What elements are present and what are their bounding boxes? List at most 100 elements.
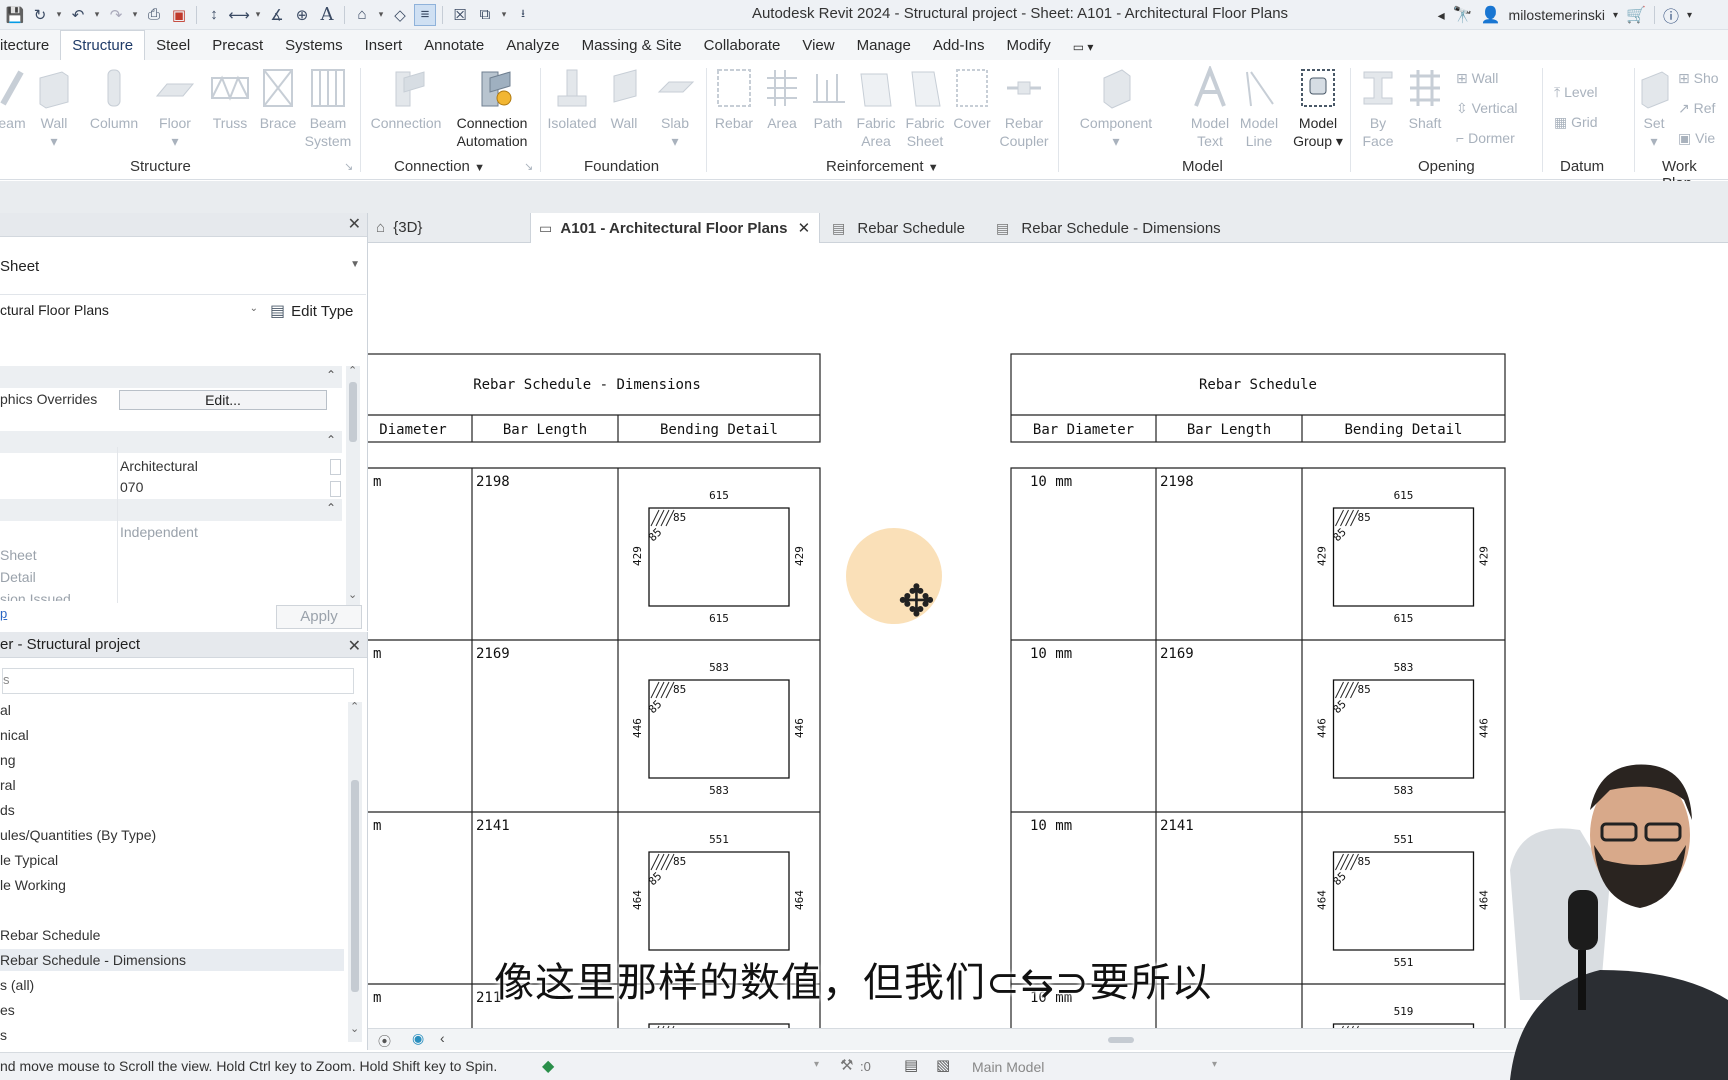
cart-icon[interactable]: 🛒 (1626, 5, 1646, 25)
ref-plane-tool[interactable]: ↗ Ref (1678, 100, 1715, 117)
panel-model[interactable]: Model (1182, 158, 1223, 175)
tab-manage[interactable]: Manage (846, 30, 922, 60)
browser-search-input[interactable]: s (2, 668, 354, 694)
help-icon[interactable]: ⓘ (1663, 3, 1679, 27)
tab-3d-view[interactable]: ⌂ {3D} (376, 213, 516, 243)
vertical-opening-tool[interactable]: ⇳ Vertical (1456, 100, 1518, 117)
checkbox[interactable] (330, 481, 341, 497)
rebar-tool[interactable]: Rebar (710, 66, 758, 132)
panel-structure[interactable]: Structure (130, 158, 191, 175)
by-face-tool[interactable]: By Face (1356, 66, 1400, 150)
level-tool[interactable]: ⤒ Level (1554, 84, 1598, 101)
close-icon[interactable]: ✕ (348, 214, 361, 234)
panel-foundation[interactable]: Foundation (584, 158, 659, 175)
chevron-down-icon[interactable]: ▾ (1613, 10, 1618, 21)
truss-tool[interactable]: Truss (208, 66, 252, 132)
panel-reinforcement[interactable]: Reinforcement ▼ (826, 158, 939, 175)
switch-windows-icon[interactable]: ⧉ (474, 4, 496, 26)
area-tool[interactable]: Area (760, 66, 804, 132)
wall-opening-tool[interactable]: ⊞ Wall (1456, 70, 1498, 87)
brace-tool[interactable]: Brace (258, 66, 298, 132)
browser-item-rebar-schedule[interactable]: Rebar Schedule (0, 927, 100, 943)
set-workplane-tool[interactable]: Set ▾ (1638, 66, 1670, 150)
tab-rebar-schedule[interactable]: ▤ Rebar Schedule (824, 213, 984, 243)
apply-button[interactable]: Apply (276, 605, 362, 629)
design-options-icon[interactable]: ▤ (904, 1056, 918, 1074)
dimension-icon[interactable]: ⟷ (228, 4, 250, 26)
scroll-down-icon[interactable]: ⌄ (348, 588, 357, 601)
chevron-down-icon[interactable]: ⌄ (250, 303, 258, 314)
chevron-down-icon[interactable]: ▾ (1687, 10, 1692, 21)
isolated-foundation-tool[interactable]: Isolated (544, 66, 600, 132)
chevron-down-icon[interactable]: ▾ (499, 4, 509, 26)
collapse-arrow-icon[interactable]: ◂ (1438, 7, 1445, 24)
show-workplane-tool[interactable]: ⊞ Sho (1678, 70, 1719, 87)
component-tool[interactable]: Component ▾ (1070, 66, 1162, 150)
browser-item[interactable]: le Typical (0, 852, 58, 868)
tab-systems[interactable]: Systems (274, 30, 354, 60)
tab-add-ins[interactable]: Add-Ins (922, 30, 996, 60)
connection-automation-tool[interactable]: Connection Automation (448, 66, 536, 150)
rebar-coupler-tool[interactable]: Rebar Coupler (996, 66, 1052, 150)
active-model[interactable]: Main Model (972, 1059, 1044, 1075)
model-text-tool[interactable]: Model Text (1184, 66, 1236, 150)
scroll-thumb[interactable] (351, 780, 359, 992)
tab-sheet-a101[interactable]: ▭ A101 - Architectural Floor Plans ✕ (530, 213, 820, 243)
print-icon[interactable]: ⎙ (143, 4, 165, 26)
scroll-down-icon[interactable]: ⌄ (350, 1022, 359, 1035)
tab-architecture[interactable]: itecture (0, 30, 60, 60)
slab-foundation-tool[interactable]: Slab ▾ (652, 66, 698, 150)
scroll-left-icon[interactable]: ‹ (440, 1030, 445, 1046)
sheet-number-value[interactable]: 070 (120, 479, 143, 495)
browser-item[interactable]: ules/Quantities (By Type) (0, 827, 156, 843)
path-tool[interactable]: Path (808, 66, 848, 132)
undo-icon[interactable]: ↶ (67, 4, 89, 26)
browser-item[interactable]: ral (0, 777, 16, 793)
browser-item[interactable]: es (0, 1002, 15, 1018)
scroll-up-icon[interactable]: ⌃ (348, 364, 357, 377)
chevron-down-icon[interactable]: ▾ (130, 4, 140, 26)
visual-style-icon[interactable]: ⦿ (378, 1031, 391, 1050)
grid-tool[interactable]: ▦ Grid (1554, 114, 1598, 131)
chevron-down-icon[interactable]: ▾ (376, 4, 386, 26)
properties-scrollbar[interactable]: ⌃ ⌄ (346, 364, 360, 606)
panel-opening[interactable]: Opening (1418, 158, 1475, 175)
discipline-value[interactable]: Architectural (120, 458, 198, 474)
wall-tool[interactable]: Wall ▾ (34, 66, 74, 150)
instance-selector[interactable]: ctural Floor Plans ⌄ (0, 299, 262, 323)
thin-lines-icon[interactable]: ≡ (414, 3, 436, 26)
user-name[interactable]: milostemerinski (1509, 7, 1605, 23)
browser-item[interactable]: s (all) (0, 977, 34, 993)
filter-icon[interactable]: ⚒ (840, 1056, 853, 1074)
chevron-down-icon[interactable]: ▾ (814, 1059, 819, 1070)
cover-tool[interactable]: Cover (950, 66, 994, 132)
category-phasing[interactable]: ⌃ (0, 499, 342, 521)
browser-item[interactable]: al (0, 702, 11, 718)
panel-launcher-icon[interactable]: ↘ (524, 160, 533, 173)
user-icon[interactable]: 👤 (1481, 5, 1501, 25)
tab-collaborate[interactable]: Collaborate (693, 30, 792, 60)
tab-rebar-schedule-dimensions[interactable]: ▤ Rebar Schedule - Dimensions (988, 213, 1238, 243)
home-icon[interactable]: ⌂ (351, 4, 373, 26)
horizontal-scroll-thumb[interactable] (1108, 1037, 1134, 1043)
customize-qat-icon[interactable]: ⭳ (512, 4, 534, 26)
beam-system-tool[interactable]: Beam System (302, 66, 354, 150)
export-icon[interactable]: ▣ (168, 4, 190, 26)
save-icon[interactable]: 💾 (4, 4, 26, 26)
tab-view[interactable]: View (791, 30, 845, 60)
close-hidden-icon[interactable]: ☒ (449, 4, 471, 26)
category-graphics[interactable]: ⌃ (0, 366, 342, 388)
scroll-thumb[interactable] (349, 382, 357, 442)
collapse-icon[interactable]: ⌃ (326, 368, 336, 382)
viewer-tool[interactable]: ▣ Vie (1678, 130, 1715, 147)
redo-icon[interactable]: ↷ (105, 4, 127, 26)
browser-item[interactable]: nical (0, 727, 29, 743)
column-tool[interactable]: Column (86, 66, 142, 132)
scroll-up-icon[interactable]: ⌃ (350, 700, 359, 713)
model-line-tool[interactable]: Model Line (1234, 66, 1284, 150)
graphics-edit-button[interactable]: Edit... (119, 390, 327, 410)
collapse-icon[interactable]: ⌃ (326, 501, 336, 515)
chevron-down-icon[interactable]: ▾ (54, 4, 64, 26)
model-group-tool[interactable]: Model Group ▾ (1290, 66, 1346, 150)
panel-connection[interactable]: Connection ▼ (394, 158, 485, 175)
